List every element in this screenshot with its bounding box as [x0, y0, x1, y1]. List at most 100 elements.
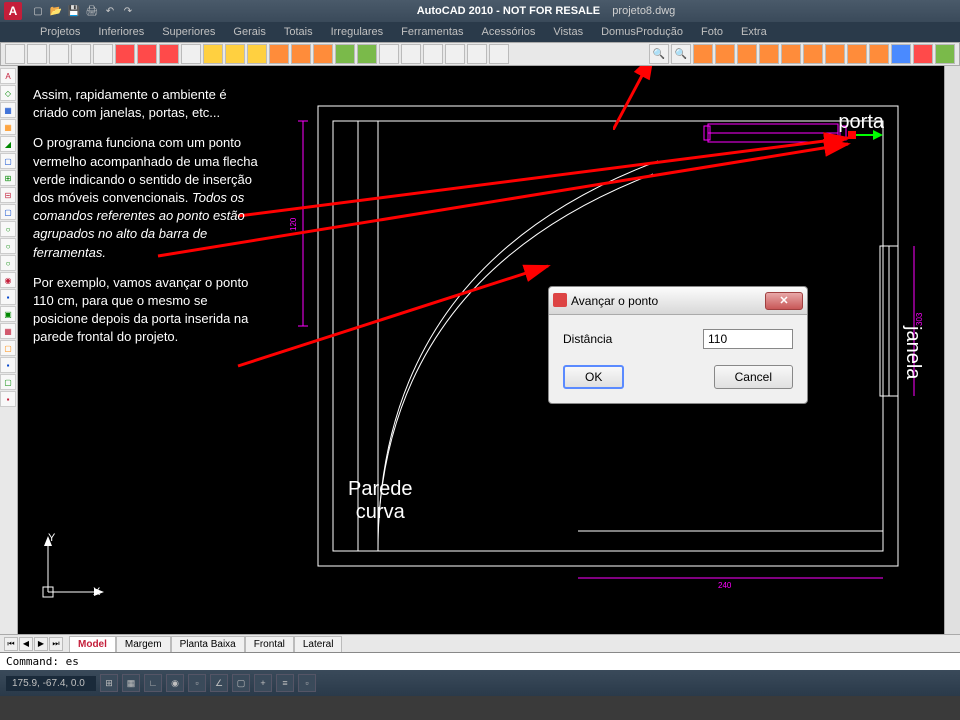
cancel-button[interactable]: Cancel: [714, 365, 793, 389]
menu-projetos[interactable]: Projetos: [40, 26, 80, 38]
tool-21[interactable]: [445, 44, 465, 64]
tool-orange-2[interactable]: [291, 44, 311, 64]
vertical-scrollbar[interactable]: [944, 66, 960, 634]
menu-irregulares[interactable]: Irregulares: [331, 26, 384, 38]
side-tool-17[interactable]: ▢: [0, 340, 16, 356]
tool-green-2[interactable]: [357, 44, 377, 64]
tab-last[interactable]: ⏭: [49, 637, 63, 651]
tool-23[interactable]: [489, 44, 509, 64]
drawing-canvas[interactable]: 120 303 240 Assim, rapidamente o ambient…: [18, 66, 944, 634]
tool-r10[interactable]: [891, 44, 911, 64]
menu-gerais[interactable]: Gerais: [233, 26, 265, 38]
tool-r1[interactable]: [693, 44, 713, 64]
tab-next[interactable]: ▶: [34, 637, 48, 651]
tool-19[interactable]: [401, 44, 421, 64]
side-tool-16[interactable]: ▦: [0, 323, 16, 339]
status-snap[interactable]: ⊞: [100, 674, 118, 692]
tab-prev[interactable]: ◀: [19, 637, 33, 651]
tool-2[interactable]: [27, 44, 47, 64]
side-tool-7[interactable]: ⊞: [0, 170, 16, 186]
new-icon[interactable]: ▢: [30, 3, 46, 19]
tool-r5[interactable]: [781, 44, 801, 64]
side-tool-14[interactable]: ▪: [0, 289, 16, 305]
tab-first[interactable]: ⏮: [4, 637, 18, 651]
tool-red-3[interactable]: [159, 44, 179, 64]
tool-green-1[interactable]: [335, 44, 355, 64]
menu-totais[interactable]: Totais: [284, 26, 313, 38]
side-tool-20[interactable]: ▪: [0, 391, 16, 407]
status-dyn[interactable]: +: [254, 674, 272, 692]
tab-margem[interactable]: Margem: [116, 636, 171, 652]
dialog-close-button[interactable]: ✕: [765, 292, 803, 310]
side-tool-8[interactable]: ⊟: [0, 187, 16, 203]
tool-3[interactable]: [49, 44, 69, 64]
menu-inferiores[interactable]: Inferiores: [98, 26, 144, 38]
quick-access-toolbar[interactable]: ▢ 📂 💾 🖨 ↶ ↷: [30, 3, 136, 19]
open-icon[interactable]: 📂: [48, 3, 64, 19]
side-tool-6[interactable]: ▢: [0, 153, 16, 169]
tool-zoom1[interactable]: 🔍: [649, 44, 669, 64]
tool-5[interactable]: [93, 44, 113, 64]
tool-yellow-1[interactable]: [203, 44, 223, 64]
menu-foto[interactable]: Foto: [701, 26, 723, 38]
tool-r7[interactable]: [825, 44, 845, 64]
menu-vistas[interactable]: Vistas: [553, 26, 583, 38]
command-line[interactable]: Command: es: [0, 652, 960, 670]
status-otrack[interactable]: ∠: [210, 674, 228, 692]
tab-planta-baixa[interactable]: Planta Baixa: [171, 636, 245, 652]
tool-r3[interactable]: [737, 44, 757, 64]
menu-acessorios[interactable]: Acessórios: [482, 26, 536, 38]
tool-orange-3[interactable]: [313, 44, 333, 64]
side-tool-2[interactable]: ◇: [0, 85, 16, 101]
status-lwt[interactable]: ≡: [276, 674, 294, 692]
status-grid[interactable]: ▦: [122, 674, 140, 692]
distance-input[interactable]: [703, 329, 793, 349]
menu-extra[interactable]: Extra: [741, 26, 767, 38]
tool-yellow-2[interactable]: [225, 44, 245, 64]
side-tool-13[interactable]: ◉: [0, 272, 16, 288]
tool-18[interactable]: [379, 44, 399, 64]
tool-1[interactable]: [5, 44, 25, 64]
tool-red-2[interactable]: [137, 44, 157, 64]
ok-button[interactable]: OK: [563, 365, 624, 389]
side-tool-9[interactable]: ▢: [0, 204, 16, 220]
side-tool-4[interactable]: ▦: [0, 119, 16, 135]
tool-r2[interactable]: [715, 44, 735, 64]
side-tool-10[interactable]: ○: [0, 221, 16, 237]
undo-icon[interactable]: ↶: [102, 3, 118, 19]
tool-r12[interactable]: [935, 44, 955, 64]
tool-r9[interactable]: [869, 44, 889, 64]
tool-yellow-3[interactable]: [247, 44, 267, 64]
tab-model[interactable]: Model: [69, 636, 116, 652]
tool-9[interactable]: [181, 44, 201, 64]
side-tool-12[interactable]: ○: [0, 255, 16, 271]
menu-ferramentas[interactable]: Ferramentas: [401, 26, 463, 38]
side-tool-15[interactable]: ▣: [0, 306, 16, 322]
tool-r8[interactable]: [847, 44, 867, 64]
tab-lateral[interactable]: Lateral: [294, 636, 343, 652]
side-tool-18[interactable]: ▪: [0, 357, 16, 373]
tool-zoom2[interactable]: 🔍: [671, 44, 691, 64]
side-tool-5[interactable]: ◢: [0, 136, 16, 152]
side-tool-19[interactable]: ▢: [0, 374, 16, 390]
side-tool-3[interactable]: ▦: [0, 102, 16, 118]
save-icon[interactable]: 💾: [66, 3, 82, 19]
tool-r4[interactable]: [759, 44, 779, 64]
tool-4[interactable]: [71, 44, 91, 64]
tool-20[interactable]: [423, 44, 443, 64]
side-tool-11[interactable]: ○: [0, 238, 16, 254]
tool-r11[interactable]: [913, 44, 933, 64]
status-ortho[interactable]: ∟: [144, 674, 162, 692]
status-ducs[interactable]: ▢: [232, 674, 250, 692]
status-polar[interactable]: ◉: [166, 674, 184, 692]
redo-icon[interactable]: ↷: [120, 3, 136, 19]
tab-frontal[interactable]: Frontal: [245, 636, 294, 652]
tool-22[interactable]: [467, 44, 487, 64]
tool-red-1[interactable]: [115, 44, 135, 64]
tool-r6[interactable]: [803, 44, 823, 64]
menu-domusproducao[interactable]: DomusProdução: [601, 26, 683, 38]
print-icon[interactable]: 🖨: [84, 3, 100, 19]
menu-superiores[interactable]: Superiores: [162, 26, 215, 38]
status-osnap[interactable]: ▫: [188, 674, 206, 692]
status-qp[interactable]: ▫: [298, 674, 316, 692]
